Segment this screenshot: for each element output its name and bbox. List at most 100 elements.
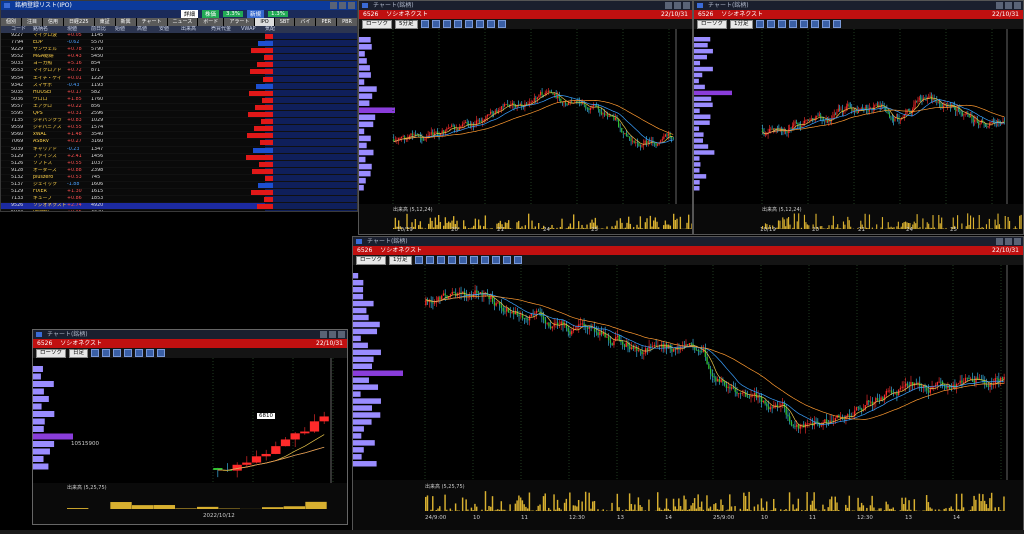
tool-icon[interactable] — [755, 20, 764, 28]
tab-item[interactable]: ボード — [198, 18, 224, 26]
tool-icon[interactable] — [431, 20, 440, 28]
period-select[interactable]: 日足 — [69, 348, 89, 358]
col-open[interactable]: 始値 — [115, 26, 137, 33]
table-row[interactable]: 5126 ソフトス +0.55 1037 — [1, 160, 357, 168]
tab-item[interactable]: 新興 — [115, 18, 136, 26]
tool-icon[interactable] — [513, 256, 522, 264]
tab-item[interactable]: バイ — [295, 18, 316, 26]
period-select[interactable]: 1分足 — [730, 19, 753, 29]
col-code[interactable]: コード — [1, 26, 33, 33]
tab-item[interactable]: ニュース — [167, 18, 198, 26]
col-value[interactable]: 売買代金 — [211, 26, 241, 33]
table-row[interactable]: 7069 ASBRV +0.27 3160 — [1, 139, 357, 147]
table-row[interactable]: 5036 ウロロ +1.85 1760 — [1, 96, 357, 104]
tool-icon[interactable] — [475, 20, 484, 28]
table-row[interactable]: 5132 pluszero +0.53 745 — [1, 174, 357, 182]
close-button[interactable] — [1014, 2, 1021, 9]
tool-icon[interactable] — [124, 349, 133, 357]
tab-item[interactable]: チャート — [136, 18, 167, 26]
col-last[interactable]: 現値 — [67, 26, 91, 33]
maximize-button[interactable] — [339, 2, 346, 9]
col-chg[interactable]: 前日比 — [91, 26, 115, 33]
tab-item[interactable]: 個別 — [1, 18, 22, 26]
tool-icon[interactable] — [414, 256, 423, 264]
tab-item[interactable]: 信用 — [43, 18, 64, 26]
maximize-button[interactable] — [1005, 238, 1012, 245]
tool-icon[interactable] — [442, 20, 451, 28]
table-row[interactable]: 7135 ジャパンクラ +0.83 1029 — [1, 118, 357, 126]
table-row[interactable]: 7794 EDP -0.62 5570 — [1, 40, 357, 48]
minimize-button[interactable] — [996, 2, 1003, 9]
table-row[interactable]: 9227 マイクロ波 +0.05 1145 — [1, 33, 357, 41]
tool-icon[interactable] — [497, 20, 506, 28]
col-vwap[interactable]: VWAP — [241, 26, 265, 33]
table-row[interactable]: 9128 オーダーズ +0.88 2398 — [1, 167, 357, 175]
chart-type-select[interactable]: ローソク — [356, 255, 387, 265]
tool-icon[interactable] — [425, 256, 434, 264]
tool-icon[interactable] — [464, 20, 473, 28]
header-btn[interactable]: 新規 — [247, 10, 265, 18]
close-button[interactable] — [338, 331, 345, 338]
table-row[interactable]: 5039 キャリアド -0.23 1347 — [1, 146, 357, 154]
table-row[interactable]: 9552 M&A総研 +0.43 5450 — [1, 54, 357, 62]
table-row[interactable]: 9557 エアクロ +0.22 856 — [1, 103, 357, 112]
price-chart[interactable] — [353, 265, 1023, 480]
minimize-button[interactable] — [320, 331, 327, 338]
tool-icon[interactable] — [113, 349, 122, 357]
chart-type-select[interactable]: ローソク — [697, 19, 728, 29]
tool-icon[interactable] — [420, 20, 429, 28]
taskbar[interactable] — [0, 530, 1024, 534]
tool-icon[interactable] — [91, 349, 100, 357]
tab-item[interactable]: PBR — [337, 18, 357, 26]
col-low[interactable]: 安値 — [159, 26, 181, 33]
tool-icon[interactable] — [799, 20, 808, 28]
tool-icon[interactable] — [486, 20, 495, 28]
table-row[interactable]: 7133 キューブ +0.86 1853 — [1, 196, 357, 204]
tab-item[interactable]: アラート — [224, 18, 255, 26]
table-row[interactable]: 9560 xWAL +1.48 3540 — [1, 132, 357, 140]
tab-item[interactable]: 注目 — [22, 18, 43, 26]
tool-icon[interactable] — [447, 256, 456, 264]
tool-icon[interactable] — [810, 20, 819, 28]
tool-icon[interactable] — [491, 256, 500, 264]
table-row[interactable]: 9526 ソシオネクスト +2.74 4920 — [1, 203, 357, 211]
maximize-button[interactable] — [329, 331, 336, 338]
tool-icon[interactable] — [788, 20, 797, 28]
tool-icon[interactable] — [458, 256, 467, 264]
close-button[interactable] — [1014, 238, 1021, 245]
tool-icon[interactable] — [469, 256, 478, 264]
close-button[interactable] — [683, 2, 690, 9]
table-row[interactable]: 5035 HOUSEI +0.17 582 — [1, 89, 357, 97]
price-chart[interactable] — [359, 29, 692, 204]
price-chart[interactable] — [694, 29, 1023, 204]
tool-icon[interactable] — [453, 20, 462, 28]
tool-icon[interactable] — [102, 349, 111, 357]
header-btn[interactable]: 株価 — [202, 10, 220, 18]
chart-type-select[interactable]: ローソク — [36, 348, 67, 358]
col-quote[interactable]: 気配 — [265, 26, 325, 33]
tool-icon[interactable] — [157, 349, 166, 357]
tool-icon[interactable] — [832, 20, 841, 28]
tab-item[interactable]: PER — [316, 18, 337, 26]
tab-item[interactable]: IPO — [255, 18, 274, 26]
tool-icon[interactable] — [480, 256, 489, 264]
chart-type-select[interactable]: ローソク — [362, 19, 393, 29]
table-row[interactable]: 5034unerry+0.463470 — [1, 210, 357, 211]
tool-icon[interactable] — [502, 256, 511, 264]
maximize-button[interactable] — [1005, 2, 1012, 9]
tool-icon[interactable] — [766, 20, 775, 28]
col-vol[interactable]: 出来高 — [181, 26, 211, 33]
tool-icon[interactable] — [135, 349, 144, 357]
table-row[interactable]: 9554 エイチ・ケイ +0.01 1229 — [1, 75, 357, 83]
tool-icon[interactable] — [777, 20, 786, 28]
minimize-button[interactable] — [330, 2, 337, 9]
tab-item[interactable]: 東証 — [94, 18, 115, 26]
tool-icon[interactable] — [821, 20, 830, 28]
tab-item[interactable]: 日経225 — [64, 18, 94, 26]
table-row[interactable]: 9553 マイクロアド +0.72 871 — [1, 68, 357, 76]
tool-icon[interactable] — [436, 256, 445, 264]
minimize-button[interactable] — [665, 2, 672, 9]
price-chart[interactable] — [33, 358, 347, 483]
table-row[interactable]: 5137 ジェイック -1.88 1606 — [1, 181, 357, 190]
tool-icon[interactable] — [146, 349, 155, 357]
